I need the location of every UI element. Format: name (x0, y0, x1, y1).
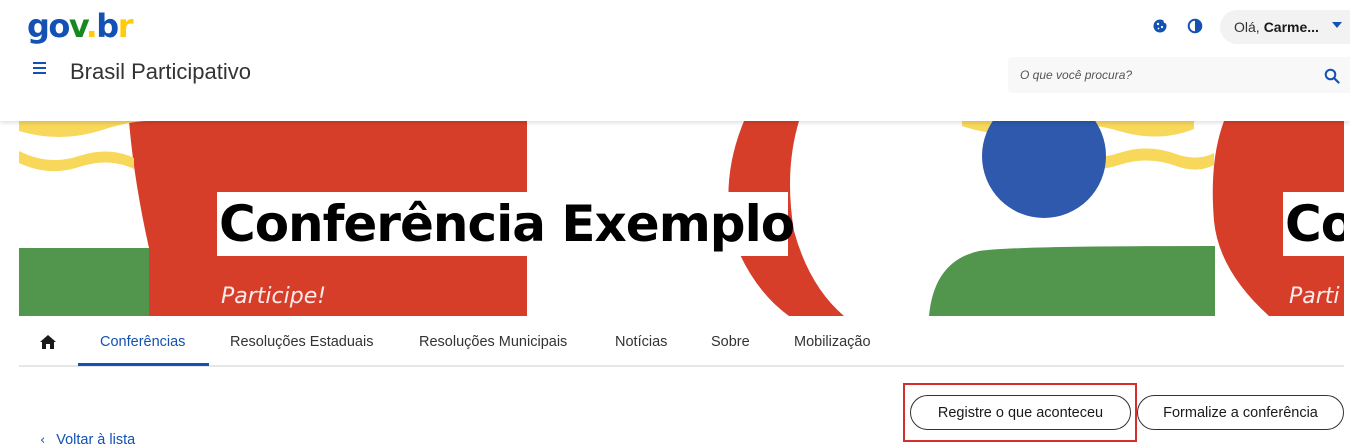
search-input[interactable] (1008, 57, 1308, 93)
tab-resolucoes-municipais[interactable]: Resoluções Municipais (419, 334, 567, 350)
logo-letter: o (48, 7, 70, 45)
banner-title-repeat: Co (1285, 195, 1344, 253)
logo-letter: . (85, 7, 98, 45)
greeting-text: Olá, (1234, 19, 1260, 35)
tab-sobre[interactable]: Sobre (711, 334, 750, 350)
tab-mobilizacao[interactable]: Mobilização (794, 334, 871, 350)
register-what-happened-button[interactable]: Registre o que aconteceu (910, 395, 1131, 430)
contrast-icon[interactable] (1186, 17, 1204, 35)
user-menu-button[interactable]: Olá, Carme... (1220, 10, 1350, 44)
hamburger-menu-icon[interactable] (33, 62, 49, 78)
user-name: Carme... (1263, 19, 1319, 35)
active-tab-indicator (78, 363, 209, 366)
home-icon[interactable] (39, 334, 57, 350)
formalize-conference-button[interactable]: Formalize a conferência (1137, 395, 1344, 430)
search-bar (1008, 57, 1350, 93)
banner-title: Conferência Exemplo (219, 195, 795, 253)
gov-br-logo[interactable]: gov.br (27, 6, 134, 46)
logo-letter: g (27, 7, 50, 45)
site-header: gov.br Olá, Carme... Brasil Participativ… (0, 0, 1350, 121)
banner-subtitle: Participe! (221, 284, 327, 309)
chevron-left-icon: ‹ (40, 432, 46, 448)
conference-banner: Conferência Exemplo Participe! Co Parti (19, 121, 1344, 316)
logo-letter: v (68, 7, 87, 45)
chevron-down-icon (1332, 22, 1342, 28)
tab-resolucoes-estaduais[interactable]: Resoluções Estaduais (230, 334, 373, 350)
site-title: Brasil Participativo (70, 59, 251, 84)
conference-nav: Conferências Resoluções Estaduais Resolu… (19, 316, 1344, 367)
banner-subtitle-repeat: Parti (1289, 284, 1340, 309)
search-icon[interactable] (1324, 68, 1340, 84)
logo-letter: b (96, 7, 119, 45)
cookie-icon[interactable] (1151, 17, 1169, 35)
tab-conferencias[interactable]: Conferências (100, 334, 185, 350)
logo-letter: r (117, 7, 134, 45)
tab-noticias[interactable]: Notícias (615, 334, 667, 350)
